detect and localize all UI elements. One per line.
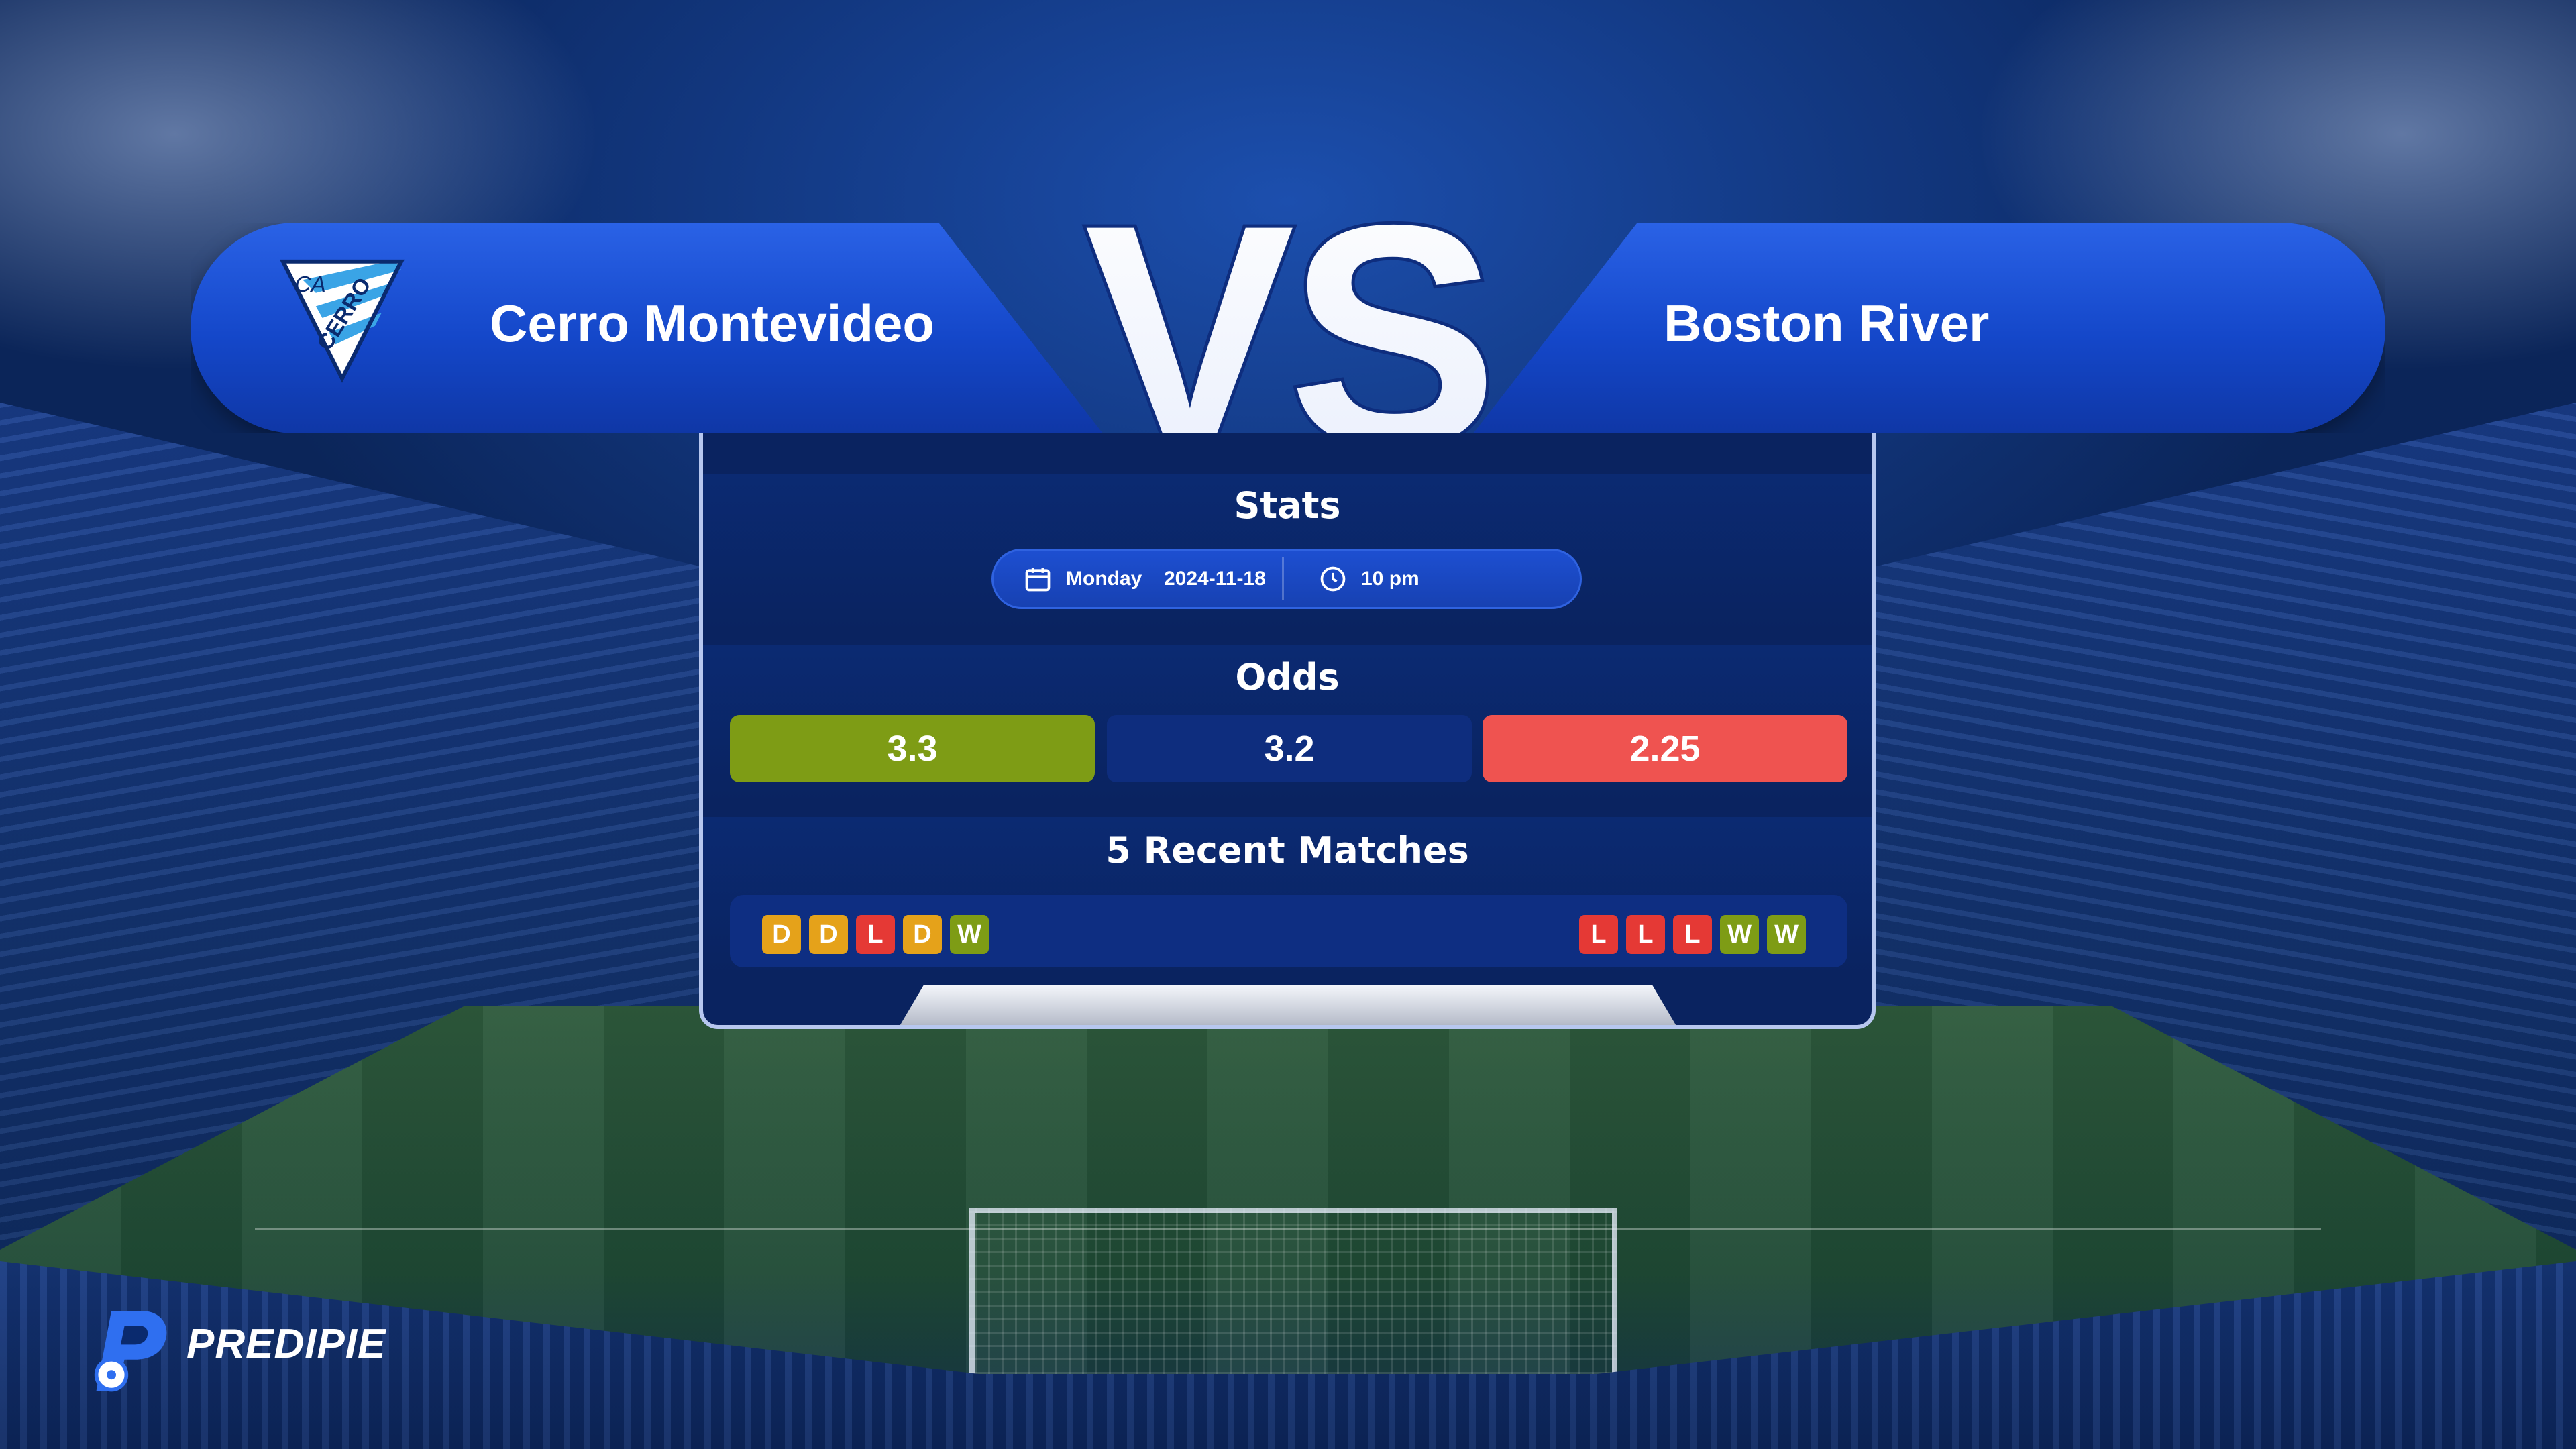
home-team-name: Cerro Montevideo [490, 294, 935, 353]
cerro-crest-icon: CA CERRO [280, 259, 405, 383]
home-form-chip: W [950, 915, 989, 954]
match-day: Monday [1066, 568, 1142, 590]
clock-icon [1320, 566, 1346, 592]
away-form-chip: L [1579, 915, 1618, 954]
match-info-panel: Stats Monday 2024-11-18 10 pm Odds 3.3 3… [699, 433, 1876, 1029]
away-form-chip: W [1720, 915, 1759, 954]
vs-label: VS [1085, 180, 1492, 475]
home-form-chip: D [809, 915, 848, 954]
odds-title: Odds [1235, 656, 1340, 698]
brand-name: PREDIPIE [186, 1321, 386, 1367]
away-odds: 2.25 [1483, 715, 1847, 782]
home-form-chip: D [903, 915, 942, 954]
vs-emblem: VS [1081, 180, 1502, 475]
home-form-chip: L [856, 915, 895, 954]
datetime-divider [1282, 557, 1284, 600]
crest-initials: CA [294, 272, 325, 297]
away-team-name: Boston River [1664, 294, 1990, 353]
away-form-chip: W [1767, 915, 1806, 954]
panel-base [892, 985, 1684, 1025]
predipie-logo: PREDIPIE [83, 1301, 419, 1395]
stats-title: Stats [1234, 484, 1341, 527]
home-form-chip: D [762, 915, 801, 954]
goal-net [969, 1208, 1617, 1387]
predipie-logo-icon [94, 1311, 167, 1392]
away-form-chip: L [1673, 915, 1712, 954]
match-datetime-bar: Monday 2024-11-18 10 pm [991, 549, 1582, 609]
match-date: 2024-11-18 [1164, 568, 1266, 590]
recent-form-bar: DDLDW LLLWW [730, 895, 1847, 967]
match-time: 10 pm [1361, 568, 1419, 590]
home-odds: 3.3 [730, 715, 1095, 782]
match-preview-graphic: CA CERRO Cerro Montevideo Boston River V… [0, 0, 2576, 1449]
recent-matches-title: 5 Recent Matches [1106, 829, 1469, 871]
away-form-chip: L [1626, 915, 1665, 954]
draw-odds: 3.2 [1107, 715, 1472, 782]
calendar-icon [1025, 568, 1051, 592]
